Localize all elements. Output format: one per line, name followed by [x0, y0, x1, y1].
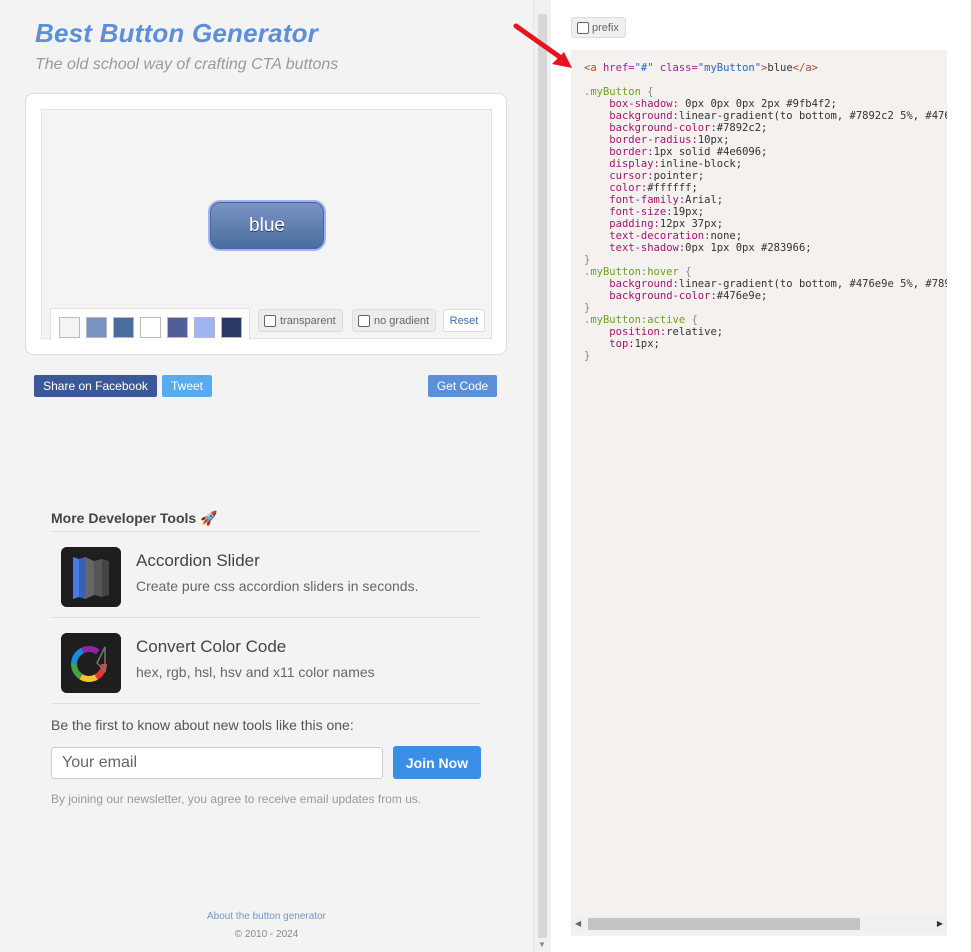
- reset-button[interactable]: Reset: [443, 309, 485, 332]
- no-gradient-toggle[interactable]: no gradient: [352, 309, 437, 332]
- email-input[interactable]: [51, 747, 383, 779]
- prefix-label: prefix: [592, 21, 619, 34]
- generator-panel: Best Button Generator The old school way…: [0, 0, 533, 952]
- swatch-navy[interactable]: [221, 317, 242, 338]
- tool-description: Create pure css accordion sliders in sec…: [136, 578, 419, 594]
- divider: [51, 617, 481, 618]
- button-preview-area: blue transparent no gradient Reset: [41, 109, 492, 340]
- transparent-toggle[interactable]: transparent: [258, 309, 343, 332]
- preview-card: blue transparent no gradient Reset: [25, 93, 507, 355]
- horizontal-scrollbar-thumb[interactable]: [588, 918, 860, 930]
- code-panel: prefix <a href="#" class="myButton">blue…: [551, 0, 971, 952]
- divider: [51, 703, 481, 704]
- join-now-button[interactable]: Join Now: [393, 746, 481, 779]
- background-swatch-bar: [50, 308, 250, 340]
- get-code-button[interactable]: Get Code: [428, 375, 497, 397]
- share-facebook-button[interactable]: Share on Facebook: [34, 375, 157, 397]
- swatch-light-gray[interactable]: [59, 317, 80, 338]
- no-gradient-label: no gradient: [374, 314, 430, 327]
- swatch-white[interactable]: [140, 317, 161, 338]
- about-link[interactable]: About the button generator: [0, 911, 533, 922]
- divider: [51, 531, 481, 532]
- swatch-dark-steel-blue[interactable]: [113, 317, 134, 338]
- horizontal-scrollbar[interactable]: ◀ ▶: [571, 916, 947, 933]
- newsletter-note: By joining our newsletter, you agree to …: [51, 792, 422, 806]
- tool-convert-color-code[interactable]: Convert Color Code hex, rgb, hsl, hsv an…: [61, 633, 481, 695]
- scrollbar-thumb[interactable]: [538, 14, 547, 938]
- code-output[interactable]: <a href="#" class="myButton">blue</a> .m…: [571, 50, 947, 936]
- rocket-icon: 🚀: [200, 510, 218, 526]
- scroll-right-icon[interactable]: ▶: [937, 919, 943, 928]
- accordion-slider-icon: [61, 547, 121, 607]
- scroll-left-icon[interactable]: ◀: [575, 919, 581, 928]
- tweet-button[interactable]: Tweet: [162, 375, 212, 397]
- app-title: Best Button Generator: [35, 18, 319, 48]
- swatch-indigo[interactable]: [167, 317, 188, 338]
- tools-heading: More Developer Tools 🚀: [51, 510, 218, 527]
- copyright: © 2010 - 2024: [234, 929, 299, 940]
- vertical-scrollbar[interactable]: ▼: [533, 0, 550, 952]
- red-arrow-icon: [513, 23, 572, 68]
- scroll-down-icon[interactable]: ▼: [538, 940, 546, 949]
- swatch-steel-blue[interactable]: [86, 317, 107, 338]
- tool-description: hex, rgb, hsl, hsv and x11 color names: [136, 664, 375, 680]
- app-subtitle: The old school way of crafting CTA butto…: [35, 56, 339, 73]
- tool-name: Accordion Slider: [136, 551, 260, 570]
- color-code-icon: [61, 633, 121, 693]
- tool-accordion-slider[interactable]: Accordion Slider Create pure css accordi…: [61, 547, 481, 609]
- generated-code: <a href="#" class="myButton">blue</a> .m…: [584, 62, 947, 362]
- transparent-checkbox[interactable]: [264, 314, 276, 327]
- preview-button[interactable]: blue: [210, 202, 324, 249]
- newsletter-label: Be the first to know about new tools lik…: [51, 717, 354, 733]
- no-gradient-checkbox[interactable]: [358, 314, 370, 327]
- tools-heading-text: More Developer Tools: [51, 510, 197, 526]
- transparent-label: transparent: [280, 314, 336, 327]
- tool-name: Convert Color Code: [136, 637, 287, 656]
- swatch-periwinkle[interactable]: [194, 317, 215, 338]
